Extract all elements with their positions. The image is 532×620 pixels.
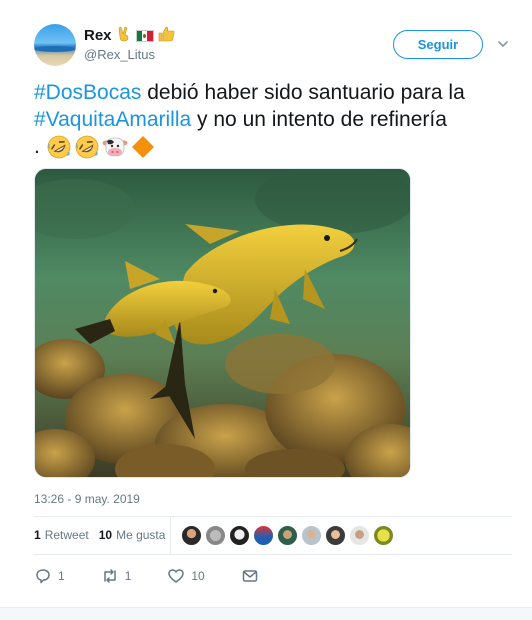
hashtag-link-vaquitaamarilla[interactable]: #VaquitaAmarilla bbox=[34, 108, 191, 131]
message-action[interactable] bbox=[241, 567, 259, 585]
heart-icon bbox=[168, 569, 185, 583]
orange-diamond-icon bbox=[131, 136, 154, 159]
follow-button[interactable]: Seguir bbox=[393, 30, 483, 59]
retweets-label: Retweet bbox=[44, 528, 89, 542]
retweets-stat[interactable]: 1 Retweet bbox=[34, 528, 89, 542]
chevron-down-icon[interactable] bbox=[498, 39, 508, 49]
victory-hand-icon bbox=[116, 26, 132, 45]
liker-avatar[interactable] bbox=[301, 524, 322, 546]
rolling-on-floor-laughing-icon bbox=[47, 136, 71, 159]
tweet-timestamp[interactable]: 13:26 - 9 may. 2019 bbox=[34, 492, 140, 506]
liker-avatar[interactable] bbox=[229, 524, 250, 546]
liker-avatar[interactable] bbox=[181, 524, 202, 546]
tweet-text: #DosBocas debió haber sido santuario par… bbox=[34, 79, 514, 160]
tweet-text-part1: debió haber sido santuario para la bbox=[141, 81, 465, 104]
tweet-photo[interactable] bbox=[34, 168, 411, 478]
liker-avatar[interactable] bbox=[205, 524, 226, 546]
likers-avatars bbox=[170, 516, 394, 554]
mexico-flag-icon bbox=[135, 29, 154, 42]
avatar[interactable] bbox=[34, 24, 76, 66]
bottom-bar bbox=[0, 607, 532, 620]
retweet-count: 1 bbox=[124, 569, 132, 583]
retweet-icon bbox=[103, 569, 116, 583]
user-handle[interactable]: @Rex_Litus bbox=[84, 47, 155, 62]
liker-avatar[interactable] bbox=[349, 524, 370, 546]
cow-face-icon bbox=[102, 138, 128, 157]
likes-count: 10 bbox=[98, 528, 113, 542]
liker-avatar[interactable] bbox=[253, 524, 274, 546]
like-action[interactable]: 10 bbox=[167, 567, 205, 585]
likes-stat[interactable]: 10 Me gusta bbox=[99, 528, 166, 542]
reply-count: 1 bbox=[58, 569, 65, 583]
tweet-card: Rex @Rex_Litus Seguir #DosBocas debió ha… bbox=[0, 0, 532, 620]
likes-label: Me gusta bbox=[116, 528, 166, 542]
thumbs-up-icon bbox=[158, 26, 175, 45]
like-count: 10 bbox=[191, 569, 205, 583]
retweet-action[interactable]: 1 bbox=[101, 567, 132, 585]
hashtag-link-dosbocas[interactable]: #DosBocas bbox=[34, 81, 141, 104]
liker-avatar[interactable] bbox=[373, 524, 394, 546]
tweet-stats: 1 Retweet 10 Me gusta bbox=[34, 528, 165, 542]
display-name[interactable]: Rex bbox=[84, 27, 112, 44]
reply-icon bbox=[36, 569, 50, 584]
vaquita-photo-illustration bbox=[35, 169, 410, 477]
tweet-text-part2: y no un intento de refinería bbox=[191, 108, 447, 131]
tweet-text-trailing: . bbox=[34, 135, 46, 158]
retweets-count: 1 bbox=[34, 528, 41, 542]
tweet-actions: 1 1 10 bbox=[34, 567, 295, 585]
liker-avatar[interactable] bbox=[277, 524, 298, 546]
rolling-on-floor-laughing-icon bbox=[75, 136, 99, 159]
liker-avatar[interactable] bbox=[325, 524, 346, 546]
name-row: Rex bbox=[84, 26, 175, 45]
mail-icon bbox=[242, 570, 257, 582]
avatar-wave bbox=[34, 46, 76, 52]
reply-action[interactable]: 1 bbox=[34, 567, 65, 585]
divider-bottom bbox=[34, 554, 512, 555]
